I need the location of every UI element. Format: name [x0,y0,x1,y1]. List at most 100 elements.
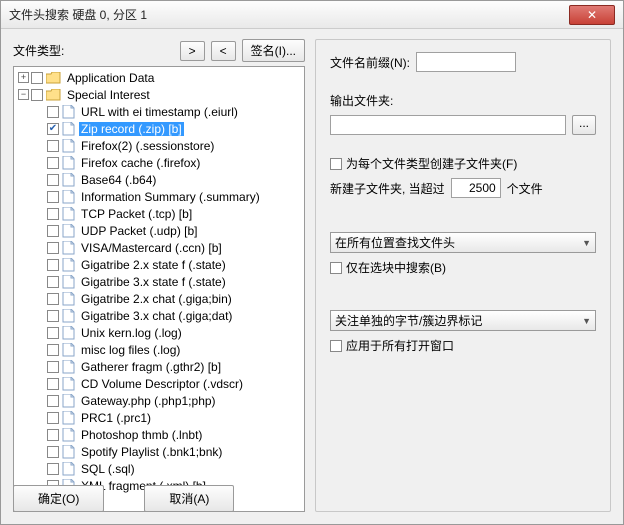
checkbox-icon[interactable] [31,89,43,101]
file-icon [62,156,75,170]
tree-item-label: Spotify Playlist (.bnk1;bnk) [79,445,224,459]
window-title: 文件头搜索 硬盘 0, 分区 1 [9,6,569,23]
search-location-select[interactable]: 在所有位置查找文件头 ▼ [330,232,596,253]
tree-item[interactable]: TCP Packet (.tcp) [b] [14,205,304,222]
output-folder-input[interactable] [330,115,566,135]
checkbox-icon[interactable] [47,344,59,356]
file-icon [62,411,75,425]
file-icon [62,309,75,323]
tree-item[interactable]: URL with ei timestamp (.eiurl) [14,103,304,120]
tree-item-label: Zip record (.zip) [b] [79,122,184,136]
tree-item-label: UDP Packet (.udp) [b] [79,224,200,238]
apply-all-checkbox[interactable]: 应用于所有打开窗口 [330,337,596,354]
checkbox-icon[interactable] [47,191,59,203]
tree-item[interactable]: Photoshop thmb (.lnbt) [14,426,304,443]
checkbox-icon[interactable] [47,293,59,305]
tree-item[interactable]: Gigatribe 3.x state f (.state) [14,273,304,290]
tree-item[interactable]: Gigatribe 3.x chat (.giga;dat) [14,307,304,324]
checkbox-icon[interactable] [47,259,59,271]
checkbox-icon[interactable] [47,395,59,407]
tree-item[interactable]: VISA/Mastercard (.ccn) [b] [14,239,304,256]
ok-button[interactable]: 确定(O) [13,485,104,512]
checkbox-icon[interactable] [47,208,59,220]
next-button[interactable]: < [211,41,236,61]
checkbox-icon[interactable] [47,276,59,288]
checkbox-icon[interactable] [47,157,59,169]
cancel-button[interactable]: 取消(A) [144,485,234,512]
subfolder-count-label-a: 新建子文件夹, 当超过 [330,180,445,197]
tree-item[interactable]: Unix kern.log (.log) [14,324,304,341]
expand-spacer [34,140,45,151]
checkbox-icon[interactable] [47,429,59,441]
tree-item[interactable]: ✔ Zip record (.zip) [b] [14,120,304,137]
checkbox-icon[interactable] [47,242,59,254]
tree-item[interactable]: Firefox cache (.firefox) [14,154,304,171]
file-icon [62,275,75,289]
file-icon [62,207,75,221]
signature-button[interactable]: 签名(I)... [242,39,305,62]
tree-item-label: CD Volume Descriptor (.vdscr) [79,377,245,391]
folder-icon [46,89,61,101]
tree-item[interactable]: UDP Packet (.udp) [b] [14,222,304,239]
folder-icon [46,72,61,84]
tree-item[interactable]: Gigatribe 2.x state f (.state) [14,256,304,273]
subfolder-count-input[interactable] [451,178,501,198]
tree-item[interactable]: Information Summary (.summary) [14,188,304,205]
checkbox-icon[interactable] [47,327,59,339]
tree-item-label: Unix kern.log (.log) [79,326,184,340]
tree-item[interactable]: Firefox(2) (.sessionstore) [14,137,304,154]
checkbox-icon[interactable] [47,174,59,186]
file-type-tree[interactable]: +Application Data−Special InterestURL wi… [13,66,305,512]
checkbox-icon[interactable] [47,361,59,373]
chevron-down-icon: ▼ [582,316,591,326]
tree-item[interactable]: Gateway.php (.php1;php) [14,392,304,409]
tree-item[interactable]: Spotify Playlist (.bnk1;bnk) [14,443,304,460]
checkbox-icon[interactable] [47,310,59,322]
tree-item[interactable]: SQL (.sql) [14,460,304,477]
tree-item-label: Gatherer fragm (.gthr2) [b] [79,360,223,374]
tree-item-label: SQL (.sql) [79,462,137,476]
file-icon [62,173,75,187]
file-icon [62,445,75,459]
expand-spacer [34,463,45,474]
tree-item[interactable]: PRC1 (.prc1) [14,409,304,426]
tree-item-label: Gigatribe 2.x chat (.giga;bin) [79,292,234,306]
tree-folder[interactable]: −Special Interest [14,86,304,103]
file-icon [62,224,75,238]
prev-button[interactable]: > [180,41,205,61]
checkbox-icon[interactable] [47,412,59,424]
prefix-input[interactable] [416,52,516,72]
checkbox-icon[interactable] [47,140,59,152]
tree-folder[interactable]: +Application Data [14,69,304,86]
file-icon [62,105,75,119]
checkbox-icon[interactable] [47,463,59,475]
checkbox-icon[interactable] [31,72,43,84]
output-label: 输出文件夹: [330,94,393,108]
browse-button[interactable]: ... [572,115,596,135]
only-selection-checkbox[interactable]: 仅在选块中搜索(B) [330,259,596,276]
tree-item[interactable]: Gatherer fragm (.gthr2) [b] [14,358,304,375]
checkbox-icon[interactable] [47,106,59,118]
expand-spacer [34,412,45,423]
left-panel: 文件类型: > < 签名(I)... +Application Data−Spe… [13,39,305,512]
expand-spacer [34,446,45,457]
tree-item[interactable]: Gigatribe 2.x chat (.giga;bin) [14,290,304,307]
expand-icon[interactable]: − [18,89,29,100]
checkbox-icon[interactable]: ✔ [47,123,59,135]
checkbox-icon[interactable] [47,378,59,390]
expand-spacer [34,378,45,389]
subfolder-checkbox[interactable]: 为每个文件类型创建子文件夹(F) [330,155,596,172]
expand-icon[interactable]: + [18,72,29,83]
tree-item[interactable]: misc log files (.log) [14,341,304,358]
subfolder-checkbox-label: 为每个文件类型创建子文件夹(F) [346,155,517,172]
tree-item[interactable]: CD Volume Descriptor (.vdscr) [14,375,304,392]
file-icon [62,122,75,136]
expand-spacer [34,191,45,202]
expand-spacer [34,225,45,236]
tree-item-label: Firefox cache (.firefox) [79,156,202,170]
checkbox-icon[interactable] [47,225,59,237]
byte-boundary-select[interactable]: 关注单独的字节/簇边界标记 ▼ [330,310,596,331]
close-button[interactable]: ✕ [569,5,615,25]
checkbox-icon[interactable] [47,446,59,458]
tree-item[interactable]: Base64 (.b64) [14,171,304,188]
